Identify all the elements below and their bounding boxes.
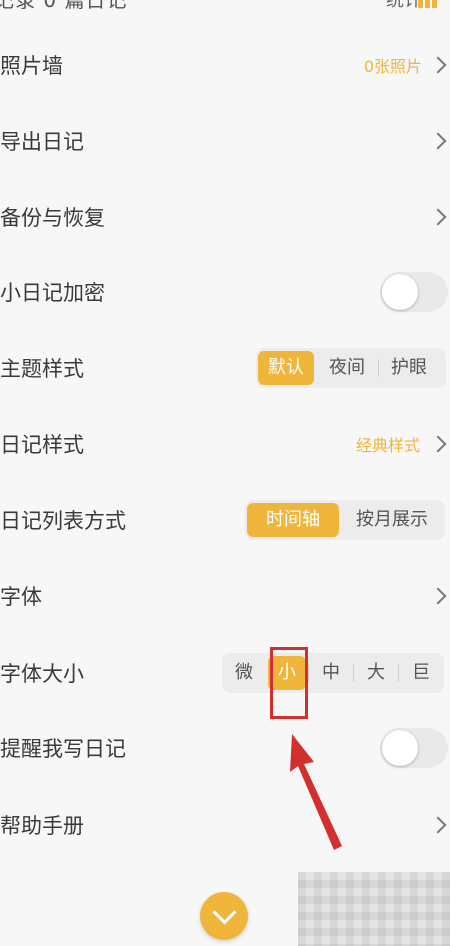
theme-option-default[interactable]: 默认 [258,351,314,385]
settings-row-diary-style[interactable]: 日记样式 经典样式 [0,414,450,474]
settings-row-theme: 主题样式 默认 夜间 护眼 [0,338,450,398]
annotation-arrow-icon [290,734,342,850]
chevron-right-icon [429,816,447,834]
bar-chart-icon[interactable] [416,0,442,14]
backup-label: 备份与恢复 [0,206,105,230]
export-label: 导出日记 [0,130,84,154]
settings-row-encrypt: 小日记加密 [0,262,450,322]
photo-wall-label: 照片墙 [0,54,63,78]
settings-row-reminder: 提醒我写日记 [0,718,450,778]
list-mode-option-timeline[interactable]: 时间轴 [247,503,339,537]
diary-style-value: 经典样式 [355,436,420,455]
theme-segmented-control: 默认 夜间 护眼 [256,348,446,388]
divider [398,664,399,682]
chevron-down-icon [212,900,237,925]
divider [378,359,379,377]
list-mode-option-monthly[interactable]: 按月展示 [343,503,441,537]
theme-label: 主题样式 [0,357,84,381]
theme-option-eye-care[interactable]: 护眼 [381,351,437,385]
font-size-label: 字体大小 [0,662,84,686]
diary-count-title: 记录 0 篇日记 [0,0,128,12]
chevron-right-icon [429,132,447,150]
list-mode-label: 日记列表方式 [0,509,126,533]
photo-count-value: 0张照片 [363,57,422,76]
settings-row-photo-wall[interactable]: 照片墙 0张照片 [0,35,450,95]
settings-row-font-size: 字体大小 微 小 中 大 巨 [0,643,450,703]
reminder-toggle[interactable] [380,728,448,768]
divider [308,664,309,682]
theme-option-night[interactable]: 夜间 [318,351,376,385]
toggle-knob [382,730,418,766]
encrypt-toggle[interactable] [380,272,448,312]
settings-row-export[interactable]: 导出日记 [0,111,450,171]
settings-row-backup[interactable]: 备份与恢复 [0,187,450,247]
font-size-option-large[interactable]: 大 [356,656,396,690]
settings-row-font[interactable]: 字体 [0,566,450,626]
expand-button[interactable] [200,892,248,940]
chevron-right-icon [429,435,447,453]
font-size-option-huge[interactable]: 巨 [401,656,441,690]
header: 记录 0 篇日记 统计 [0,0,450,16]
reminder-label: 提醒我写日记 [0,737,126,761]
font-size-option-tiny[interactable]: 微 [224,656,264,690]
list-mode-segmented-control: 时间轴 按月展示 [245,500,445,540]
settings-row-help[interactable]: 帮助手册 [0,795,450,855]
chevron-right-icon [429,208,447,226]
diary-style-label: 日记样式 [0,433,84,457]
annotation-highlight-box [270,647,308,719]
encrypt-label: 小日记加密 [0,281,105,305]
chevron-right-icon [429,56,447,74]
pixelated-watermark [298,872,450,946]
font-label: 字体 [0,585,42,609]
toggle-knob [382,274,418,310]
font-size-option-medium[interactable]: 中 [311,656,351,690]
font-size-segmented-control: 微 小 中 大 巨 [222,653,444,693]
chevron-right-icon [429,587,447,605]
settings-row-list-mode: 日记列表方式 时间轴 按月展示 [0,490,450,550]
divider [353,664,354,682]
help-label: 帮助手册 [0,814,84,838]
